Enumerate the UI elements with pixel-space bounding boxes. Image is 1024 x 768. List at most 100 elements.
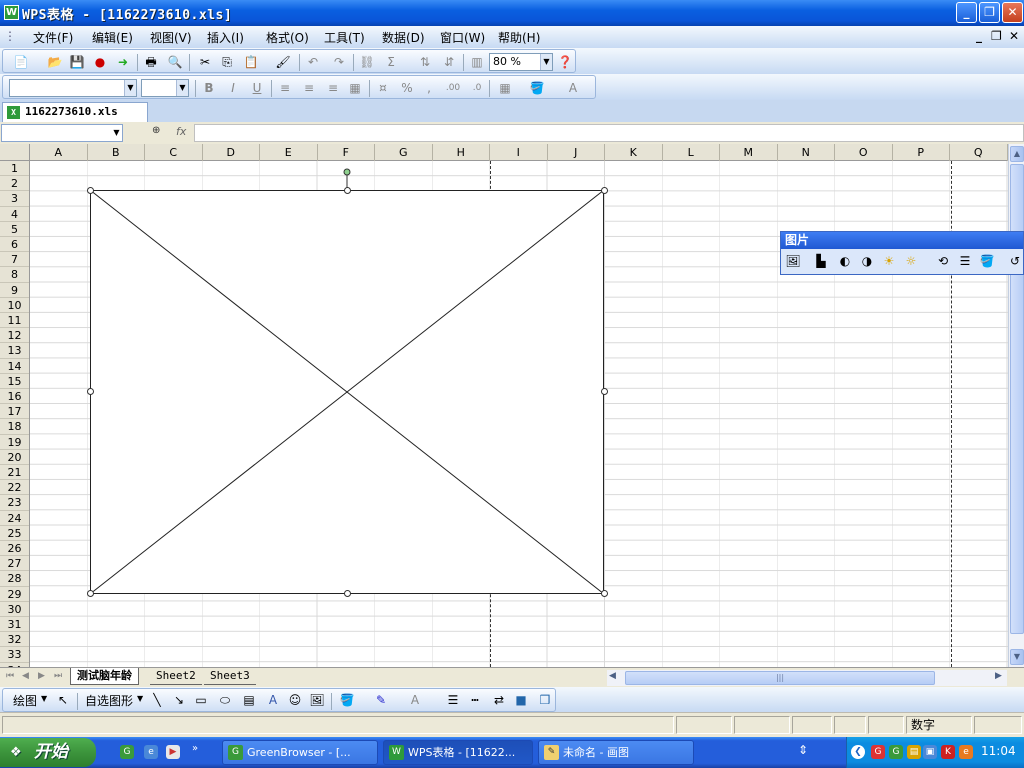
more-contrast-icon[interactable]: ◐ [837,253,853,269]
close-button[interactable]: ✕ [1002,2,1023,23]
font-color-icon[interactable]: A [407,692,423,708]
resize-handle-se[interactable] [601,590,608,597]
font-color-icon[interactable]: A [565,80,581,96]
resize-handle-nw[interactable] [87,187,94,194]
sheet-tab-2[interactable]: Sheet2 [150,668,202,685]
merge-cells-icon[interactable]: ▦ [347,80,363,96]
row-header-12[interactable]: 12 [0,328,29,344]
tray-folder-icon[interactable]: ▤ [907,745,921,759]
insert-picture-icon[interactable]: 🖼 [785,253,801,269]
arrow-style-icon[interactable]: ⇄ [491,692,507,708]
select-pointer-icon[interactable]: ↖ [55,692,71,708]
row-header-4[interactable]: 4 [0,207,29,222]
column-header-n[interactable]: N [778,144,835,161]
ellipse-tool-icon[interactable]: ⬭ [217,692,233,708]
row-header-16[interactable]: 16 [0,389,29,405]
resize-handle-s[interactable] [344,590,351,597]
insert-picture-icon[interactable]: 🖼 [309,692,325,708]
help-icon[interactable]: ❓ [557,54,573,70]
open-folder-icon[interactable]: 📂 [47,54,63,70]
row-header-14[interactable]: 14 [0,359,29,374]
resize-handle-n[interactable] [344,187,351,194]
next-sheet-icon[interactable]: ▶ [38,671,45,681]
tray-app-icon[interactable]: e [959,745,973,759]
sort-descending-icon[interactable]: ⇵ [441,54,457,70]
font-name-select[interactable]: ▼ [9,79,137,97]
image-placeholder[interactable] [87,168,608,597]
sheet-tab-1[interactable]: 测试脑年龄 [70,668,139,685]
select-all-corner[interactable] [0,144,30,161]
scroll-down-icon[interactable]: ▼ [1010,649,1024,665]
row-header-18[interactable]: 18 [0,419,29,435]
row-header-19[interactable]: 19 [0,435,29,450]
fill-color-icon[interactable]: 🪣 [529,80,545,96]
arrow-tool-icon[interactable]: ↘ [171,692,187,708]
first-sheet-icon[interactable]: ⏮ [6,671,14,681]
menu-data[interactable]: 数据(D) [382,29,425,46]
line-style-icon[interactable]: ☰ [957,253,973,269]
pdf-export-icon[interactable]: ● [92,54,108,70]
name-box[interactable]: ▼ [1,124,123,142]
column-header-a[interactable]: A [30,144,88,161]
greenbrowser-quicklaunch-icon[interactable]: G [120,745,134,759]
menu-help[interactable]: 帮助(H) [498,29,540,46]
rotate-left-icon[interactable]: ⟲ [935,253,951,269]
align-center-icon[interactable]: ≡ [301,80,317,96]
row-header-2[interactable]: 2 [0,176,29,192]
row-header-15[interactable]: 15 [0,374,29,389]
line-color-icon[interactable]: ✎ [373,692,389,708]
row-header-23[interactable]: 23 [0,495,29,511]
row-header-32[interactable]: 32 [0,632,29,648]
resize-handle-ne[interactable] [601,187,608,194]
tray-network-icon[interactable]: ▣ [923,745,937,759]
column-header-i[interactable]: I [490,144,548,161]
decrease-decimal-icon[interactable]: .0 [469,80,485,96]
formula-input[interactable] [194,124,1024,142]
copy-icon[interactable]: ⎘ [219,54,235,70]
task-paint[interactable]: ✎ 未命名 - 画图 [538,740,694,765]
rectangle-tool-icon[interactable]: ▭ [193,692,209,708]
less-brightness-icon[interactable]: ☼ [903,253,919,269]
row-header-13[interactable]: 13 [0,343,29,359]
print-icon[interactable]: 🖶 [143,54,159,70]
dash-style-icon[interactable]: ┅ [467,692,483,708]
wordart-icon[interactable]: A [265,692,281,708]
document-tab[interactable]: X 1162273610.xls [2,102,148,122]
menu-view[interactable]: 视图(V) [150,29,192,46]
row-header-3[interactable]: 3 [0,191,29,207]
row-header-22[interactable]: 22 [0,480,29,496]
color-mode-icon[interactable]: ▙ [813,253,829,269]
row-header-24[interactable]: 24 [0,511,29,526]
percent-icon[interactable]: % [399,80,415,96]
align-right-icon[interactable]: ≡ [325,80,341,96]
fx-icon[interactable]: fx [176,125,186,138]
row-header-33[interactable]: 33 [0,647,29,663]
column-header-f[interactable]: F [318,144,375,161]
format-picture-icon[interactable]: 🪣 [979,253,995,269]
horizontal-scroll-thumb[interactable]: ||| [625,671,935,685]
column-header-j[interactable]: J [548,144,605,161]
print-preview-icon[interactable]: 🔍 [167,54,183,70]
paste-icon[interactable]: 📋 [243,54,259,70]
tray-greenbrowser-icon[interactable]: G [889,745,903,759]
function-wizard-icon[interactable]: ⊕ [152,125,160,136]
text-box-icon[interactable]: ▤ [241,692,257,708]
row-header-11[interactable]: 11 [0,313,29,329]
align-left-icon[interactable]: ≡ [277,80,293,96]
menu-window[interactable]: 窗口(W) [440,29,485,46]
menu-file[interactable]: 文件(F) [33,29,73,46]
column-header-o[interactable]: O [835,144,893,161]
doc-close-icon[interactable]: ✕ [1009,29,1019,43]
scroll-right-icon[interactable]: ▶ [995,671,1002,681]
restore-button[interactable]: ❐ [979,2,1000,23]
column-header-b[interactable]: B [88,144,145,161]
task-greenbrowser[interactable]: G GreenBrowser - [... [222,740,378,765]
horizontal-scrollbar[interactable]: ◀ ||| ▶ [607,670,1007,686]
menu-insert[interactable]: 插入(I) [207,29,244,46]
tray-antivirus-icon[interactable]: K [941,745,955,759]
column-header-l[interactable]: L [663,144,720,161]
row-header-31[interactable]: 31 [0,617,29,633]
autosum-icon[interactable]: Σ [383,54,399,70]
last-sheet-icon[interactable]: ⏭ [54,671,62,681]
prev-sheet-icon[interactable]: ◀ [22,671,29,681]
